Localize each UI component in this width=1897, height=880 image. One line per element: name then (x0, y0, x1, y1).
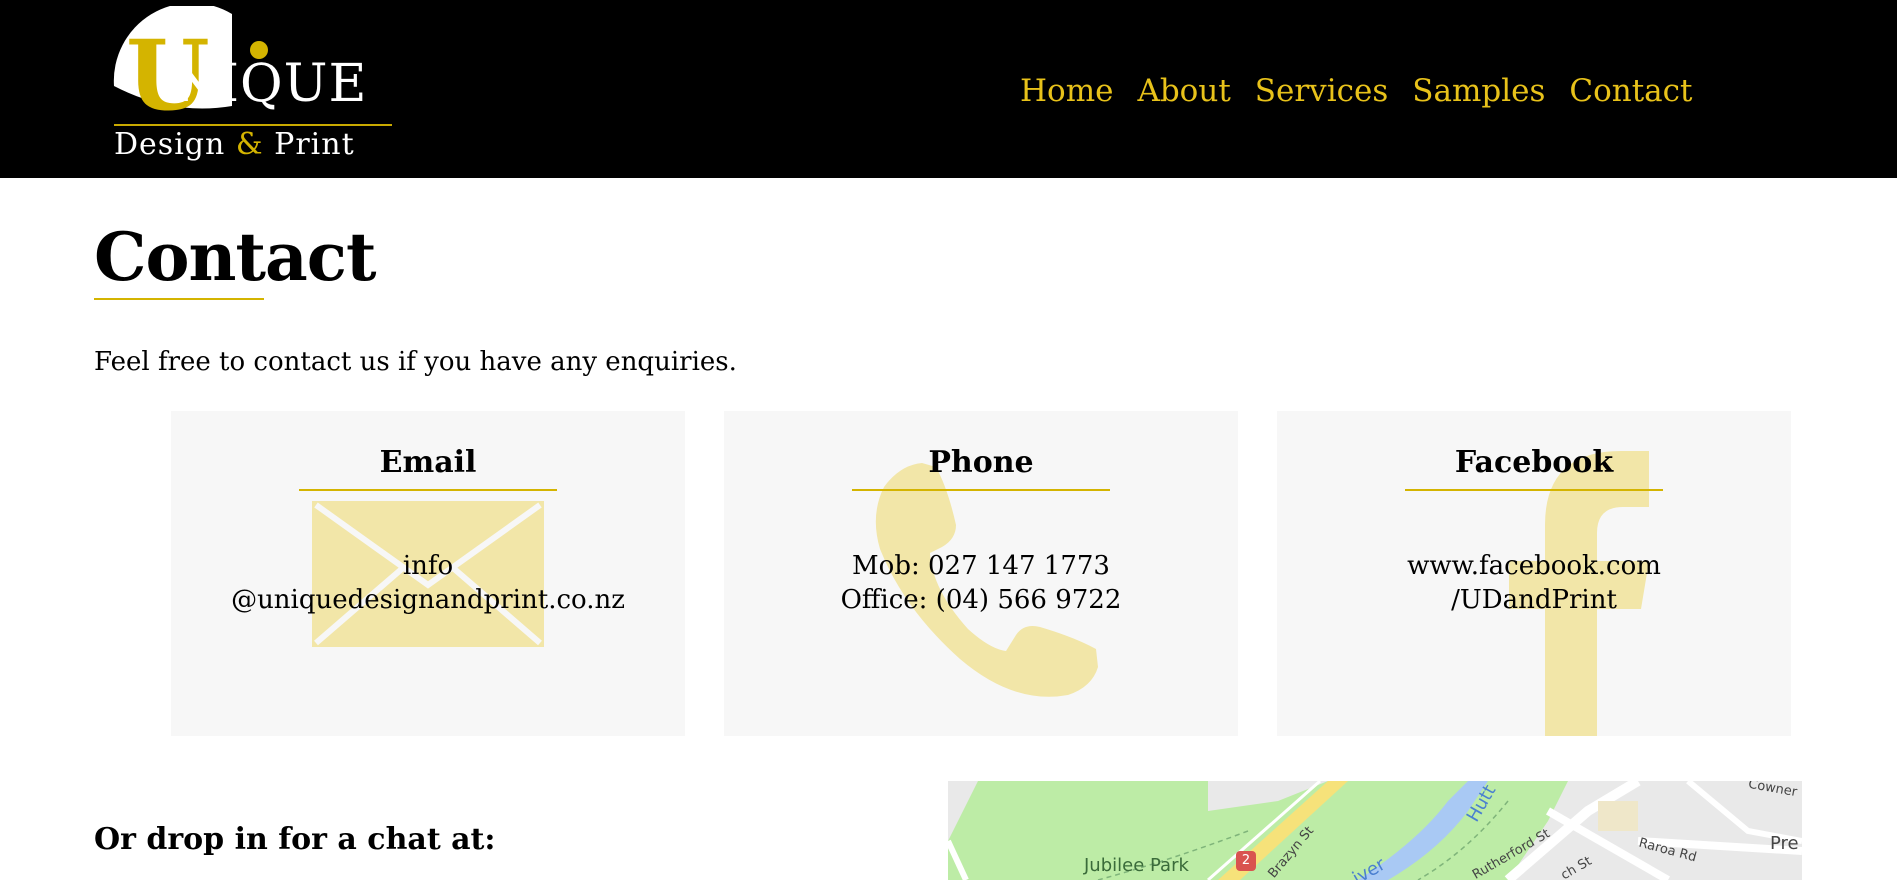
location-map[interactable]: Jubilee Park 2 Hutt iver Brazyn St Ruthe… (948, 781, 1802, 880)
contact-card-phone: Phone Mob: 027 147 1773 Office: (04) 566… (724, 411, 1238, 736)
logo-sub-right: Print (274, 127, 355, 162)
logo-divider (114, 124, 392, 126)
card-title: Email (379, 445, 477, 480)
contact-card-facebook: Facebook www.facebook.com /UDandPrint (1277, 411, 1791, 736)
map-label-park: Jubilee Park (1084, 855, 1189, 876)
nav-services[interactable]: Services (1255, 76, 1388, 107)
email-line-1: info (402, 551, 454, 581)
nav-contact[interactable]: Contact (1569, 76, 1692, 107)
nav-samples[interactable]: Samples (1412, 76, 1545, 107)
facebook-line-2: /UDandPrint (1451, 585, 1617, 615)
nav-home[interactable]: Home (1020, 76, 1113, 107)
site-header: U NIQUE Design & Print Home About Servic… (0, 0, 1897, 178)
card-underline (852, 489, 1110, 491)
facebook-link[interactable]: www.facebook.com /UDandPrint (1277, 549, 1791, 617)
logo-wordmark: NIQUE (172, 54, 368, 114)
card-underline (299, 489, 557, 491)
logo-ampersand: & (235, 127, 264, 162)
card-underline (1405, 489, 1663, 491)
email-line-2: @uniquedesignandprint.co.nz (231, 585, 625, 615)
intro-text: Feel free to contact us if you have any … (94, 347, 737, 377)
phone-numbers[interactable]: Mob: 027 147 1773 Office: (04) 566 9722 (724, 549, 1238, 617)
phone-mobile: Mob: 027 147 1773 (852, 551, 1110, 581)
main-nav: Home About Services Samples Contact (1020, 76, 1692, 107)
title-underline (94, 298, 264, 300)
contact-card-email: Email info @uniquedesignandprint.co.nz (171, 411, 685, 736)
logo-sub-left: Design (114, 127, 226, 162)
email-address[interactable]: info @uniquedesignandprint.co.nz (171, 549, 685, 617)
facebook-line-1: www.facebook.com (1407, 551, 1661, 581)
card-title: Facebook (1454, 445, 1614, 480)
page-title: Contact (94, 218, 376, 296)
card-title: Phone (928, 445, 1034, 480)
nav-about[interactable]: About (1137, 76, 1230, 107)
site-logo[interactable]: U NIQUE Design & Print (112, 6, 396, 168)
drop-in-heading: Or drop in for a chat at: (94, 822, 496, 857)
route-marker-icon: 2 (1236, 851, 1256, 871)
map-label-street-5: Pre (1770, 833, 1799, 854)
phone-office: Office: (04) 566 9722 (840, 585, 1122, 615)
logo-subtitle: Design & Print (114, 130, 355, 160)
